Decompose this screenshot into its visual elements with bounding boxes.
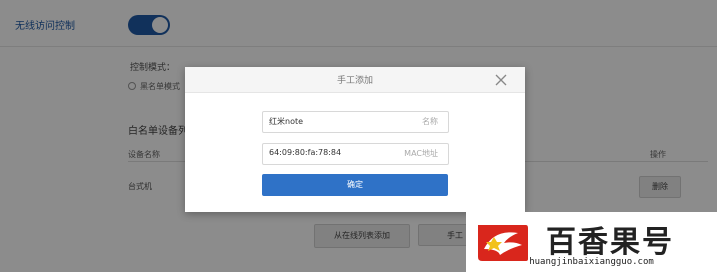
device-name-value: 红米note (269, 117, 304, 126)
device-name-hint: 名称 (422, 117, 438, 126)
mac-address-value: 64:09:80:fa:78:84 (269, 148, 342, 157)
confirm-button[interactable]: 确定 (262, 174, 448, 196)
brand-url: huangjinbaixiangguo.com (529, 257, 654, 267)
mac-address-field[interactable]: 64:09:80:fa:78:84 MAC地址 (262, 143, 449, 165)
dialog-header: 手工添加 (185, 67, 525, 93)
dialog-title: 手工添加 (336, 76, 373, 86)
watermark-badge: 百香果号 huangjinbaixiangguo.com (466, 212, 717, 272)
brand-name: 百香果号 (546, 225, 674, 260)
close-icon[interactable] (492, 70, 510, 88)
manual-add-dialog: 手工添加 红米note 名称 64:09:80:fa:78:84 MAC地址 确… (185, 67, 525, 212)
device-name-field[interactable]: 红米note 名称 (262, 111, 449, 133)
mac-address-hint: MAC地址 (404, 149, 438, 158)
